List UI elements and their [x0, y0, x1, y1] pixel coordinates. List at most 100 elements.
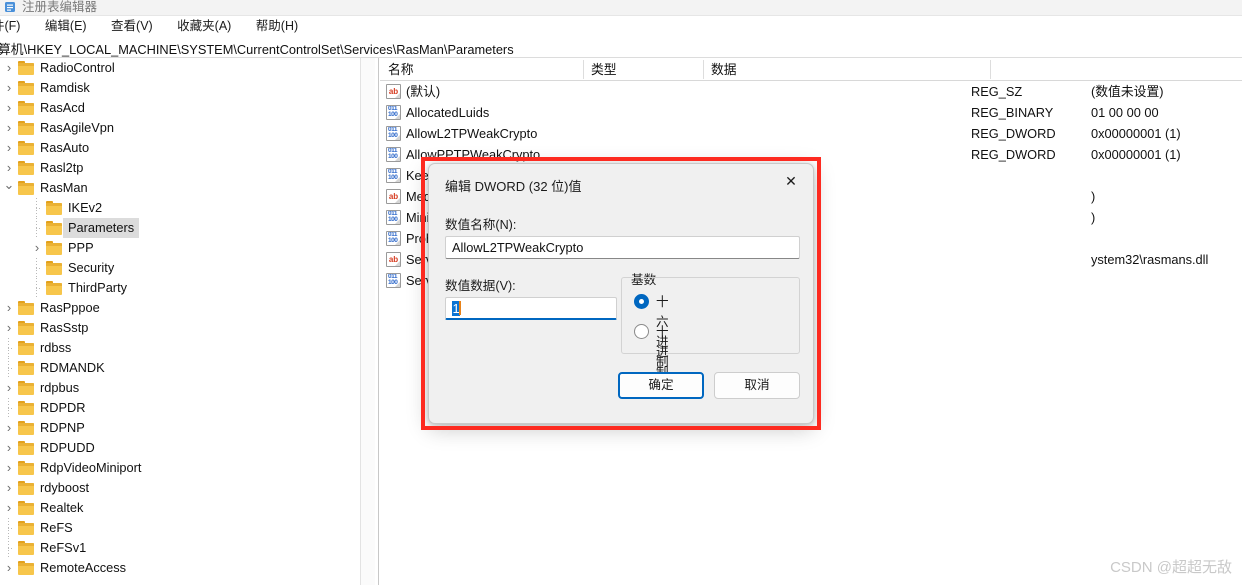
column-divider-3[interactable] [990, 60, 991, 79]
chevron-right-icon[interactable] [2, 458, 16, 478]
tree-node[interactable]: ThirdParty [0, 278, 360, 298]
chevron-right-icon[interactable] [2, 558, 16, 578]
tree-node[interactable]: ReFSv1 [0, 538, 360, 558]
folder-icon [18, 401, 34, 415]
tree-node[interactable]: Realtek [0, 498, 360, 518]
table-row[interactable]: 011 100 AllowPPTPWeakCrypto REG_DWORD 0x0000… [380, 144, 1242, 165]
folder-icon [18, 481, 34, 495]
chevron-right-icon[interactable] [30, 238, 44, 258]
tree-node[interactable]: RDPDR [0, 398, 360, 418]
registry-tree-panel[interactable]: RadioControl Ramdisk RasAcd RasAgileVpn RasA… [0, 58, 360, 585]
cell-name: Mini [406, 210, 430, 225]
folder-icon [18, 161, 34, 175]
tree-vertical-scrollbar[interactable] [360, 58, 375, 585]
tree-node-label: rdbss [40, 340, 72, 355]
tree-node[interactable]: RDPUDD [0, 438, 360, 458]
tree-node-label: Security [68, 260, 115, 275]
menu-favorites[interactable]: 收藏夹(A) [167, 16, 241, 37]
folder-icon [18, 501, 34, 515]
close-icon[interactable]: ✕ [769, 164, 813, 198]
binary-value-icon: 011 100 [386, 231, 401, 246]
binary-value-icon: 011 100 [386, 168, 401, 183]
chevron-down-icon[interactable] [2, 178, 16, 198]
tree-node-label: RDPDR [40, 400, 86, 415]
tree-node[interactable]: ReFS [0, 518, 360, 538]
tree-node[interactable]: RDMANDK [0, 358, 360, 378]
tree-node[interactable]: IKEv2 [0, 198, 360, 218]
cell-data: ) [1091, 210, 1096, 225]
tree-node[interactable]: RadioControl [0, 58, 360, 78]
chevron-right-icon[interactable] [2, 418, 16, 438]
chevron-right-icon[interactable] [2, 78, 16, 98]
folder-icon [18, 341, 34, 355]
tree-connector [30, 278, 44, 298]
ok-button[interactable]: 确定 [618, 372, 704, 399]
menu-help[interactable]: 帮助(H) [246, 16, 308, 37]
chevron-right-icon[interactable] [2, 438, 16, 458]
tree-node-label: Parameters [63, 218, 140, 238]
folder-icon [18, 81, 34, 95]
folder-icon [46, 241, 62, 255]
chevron-right-icon[interactable] [2, 478, 16, 498]
chevron-right-icon[interactable] [2, 138, 16, 158]
column-data[interactable]: 数据 [703, 58, 990, 81]
chevron-right-icon[interactable] [2, 158, 16, 178]
column-type[interactable]: 类型 [583, 58, 703, 81]
edit-dword-dialog: 编辑 DWORD (32 位)值 ✕ 数值名称(N): AllowL2TPWea… [428, 163, 814, 424]
tree-connector [30, 258, 44, 278]
table-row[interactable]: 011 100 AllowL2TPWeakCrypto REG_DWORD 0x0000… [380, 123, 1242, 144]
table-row[interactable]: 011 100 AllocatedLuids REG_BINARY 01 00 00 0… [380, 102, 1242, 123]
binary-value-icon: 011 100 [386, 147, 401, 162]
tree-node[interactable]: RasAuto [0, 138, 360, 158]
tree-node-label: RasPppoe [40, 300, 100, 315]
folder-icon [46, 261, 62, 275]
chevron-right-icon[interactable] [2, 298, 16, 318]
address-bar[interactable]: 算机\HKEY_LOCAL_MACHINE\SYSTEM\CurrentCont… [0, 37, 1242, 58]
tree-node[interactable]: Parameters [0, 218, 360, 238]
folder-icon [18, 361, 34, 375]
menu-file[interactable]: 件(F) [0, 16, 30, 37]
value-data-label: 数值数据(V): [445, 279, 516, 293]
tree-node[interactable]: RasMan [0, 178, 360, 198]
tree-node[interactable]: RdpVideoMiniport [0, 458, 360, 478]
tree-node[interactable]: Rasl2tp [0, 158, 360, 178]
tree-node[interactable]: RasAgileVpn [0, 118, 360, 138]
chevron-right-icon[interactable] [2, 118, 16, 138]
folder-icon [46, 281, 62, 295]
tree-node-label: Ramdisk [40, 80, 90, 95]
tree-node[interactable]: Security [0, 258, 360, 278]
value-name-input[interactable]: AllowL2TPWeakCrypto [445, 236, 800, 259]
tree-node[interactable]: PPP [0, 238, 360, 258]
tree-node[interactable]: RasSstp [0, 318, 360, 338]
folder-icon [46, 221, 62, 235]
tree-node-label: RDMANDK [40, 360, 105, 375]
folder-icon [18, 121, 34, 135]
table-row[interactable]: ab (默认) REG_SZ (数值未设置) [380, 81, 1242, 102]
chevron-right-icon[interactable] [2, 498, 16, 518]
menu-edit[interactable]: 编辑(E) [35, 16, 97, 37]
watermark: CSDN @超超无敌 [1110, 559, 1232, 576]
cancel-button[interactable]: 取消 [714, 372, 800, 399]
panel-splitter[interactable] [375, 58, 379, 585]
chevron-right-icon[interactable] [2, 318, 16, 338]
chevron-right-icon[interactable] [2, 58, 16, 78]
chevron-right-icon[interactable] [2, 378, 16, 398]
tree-node-label: IKEv2 [68, 200, 103, 215]
tree-node[interactable]: rdyboost [0, 478, 360, 498]
menu-view[interactable]: 查看(V) [101, 16, 163, 37]
folder-icon [18, 61, 34, 75]
tree-node[interactable]: rdpbus [0, 378, 360, 398]
column-name[interactable]: 名称 [380, 58, 583, 81]
tree-node[interactable]: RDPNP [0, 418, 360, 438]
value-data-input[interactable]: 1 [445, 297, 617, 320]
tree-node-label: RdpVideoMiniport [40, 460, 142, 475]
tree-node[interactable]: RemoteAccess [0, 558, 360, 578]
tree-connector [2, 518, 16, 538]
radio-decimal-icon [634, 324, 649, 339]
tree-node[interactable]: RasAcd [0, 98, 360, 118]
tree-node[interactable]: rdbss [0, 338, 360, 358]
folder-icon [18, 561, 34, 575]
chevron-right-icon[interactable] [2, 98, 16, 118]
tree-node[interactable]: RasPppoe [0, 298, 360, 318]
tree-node[interactable]: Ramdisk [0, 78, 360, 98]
